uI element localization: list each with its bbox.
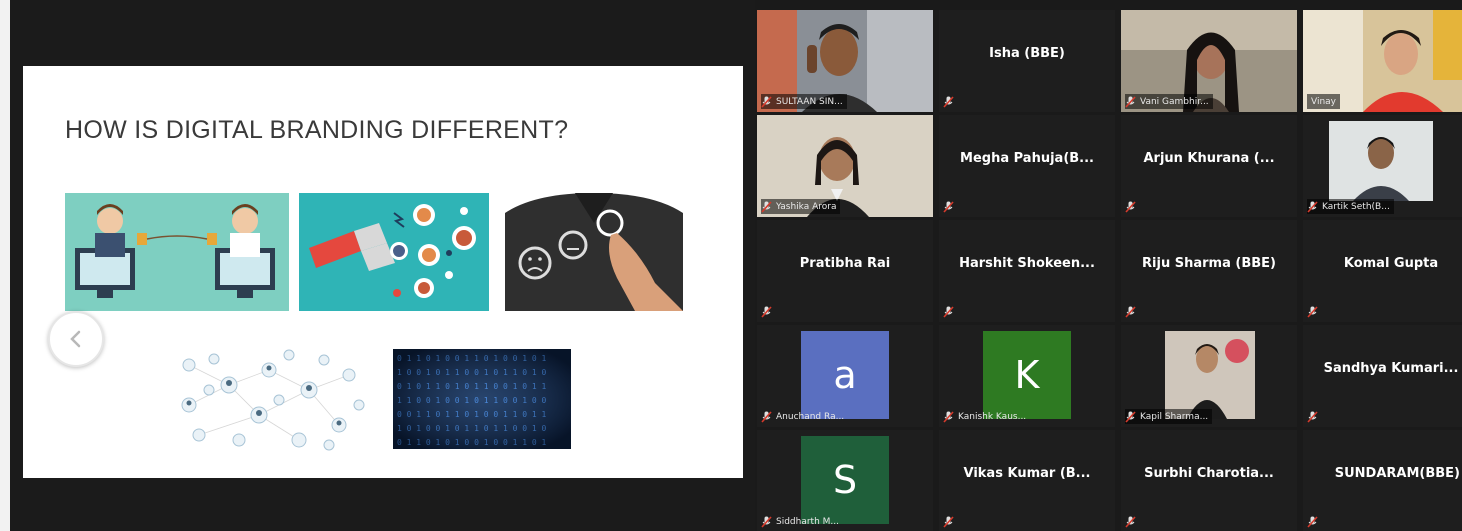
microphone-muted-icon <box>1125 305 1136 318</box>
participant-tile-active-speaker[interactable]: Vinay <box>1303 10 1462 112</box>
microphone-muted-icon <box>761 515 772 528</box>
participant-footer: Kapil Sharma... <box>1125 409 1213 424</box>
microphone-muted-icon <box>1125 515 1136 528</box>
participant-tile[interactable]: Surbhi Charotia... <box>1121 430 1297 531</box>
participant-tile[interactable]: Komal Gupta <box>1303 220 1462 322</box>
microphone-muted-icon <box>1307 410 1318 423</box>
microphone-muted-icon <box>943 200 954 213</box>
participant-name: Kartik Seth(B... <box>1322 201 1390 212</box>
microphone-muted-icon <box>1125 200 1136 213</box>
finger-pressing-emoji-buttons-image <box>505 193 683 311</box>
participant-footer <box>1125 514 1136 529</box>
microphone-muted-icon <box>1307 200 1318 213</box>
participant-tile[interactable]: SULTAAN SIN... <box>757 10 933 112</box>
participant-tile[interactable]: Vikas Kumar (B... <box>939 430 1115 531</box>
participant-display-name: Megha Pahuja(B... <box>960 150 1094 166</box>
participant-display-name: Harshit Shokeen... <box>959 255 1095 271</box>
participant-footer <box>1307 409 1318 424</box>
participant-tile[interactable]: Kartik Seth(B... <box>1303 115 1462 217</box>
participant-tile[interactable]: SUNDARAM(BBE) <box>1303 430 1462 531</box>
participant-footer <box>943 199 954 214</box>
magnet-attracting-people-image <box>299 193 489 311</box>
participant-footer <box>1307 514 1318 529</box>
participant-display-name: Sandhya Kumari... <box>1323 360 1459 376</box>
microphone-muted-icon <box>943 305 954 318</box>
participant-tile[interactable]: Riju Sharma (BBE) <box>1121 220 1297 322</box>
participant-name: Kapil Sharma... <box>1140 411 1209 422</box>
participant-tile[interactable]: Kapil Sharma... <box>1121 325 1297 427</box>
participant-footer: Vani Gambhir... <box>1125 94 1213 109</box>
participant-name: Kanishk Kaus... <box>958 411 1027 422</box>
screen-share-area: HOW IS DIGITAL BRANDING DIFFERENT? <box>10 0 755 531</box>
business-people-talking-image <box>65 193 289 311</box>
window-edge <box>0 0 10 531</box>
microphone-muted-icon <box>943 410 954 423</box>
microphone-muted-icon <box>761 305 772 318</box>
participant-display-name: Surbhi Charotia... <box>1144 465 1274 481</box>
participant-tile[interactable]: K Kanishk Kaus... <box>939 325 1115 427</box>
participant-display-name: Arjun Khurana (... <box>1143 150 1275 166</box>
participant-display-name: Komal Gupta <box>1343 255 1439 271</box>
participant-footer <box>1125 199 1136 214</box>
microphone-muted-icon <box>943 515 954 528</box>
microphone-muted-icon <box>761 95 772 108</box>
participant-tile[interactable]: Arjun Khurana (... <box>1121 115 1297 217</box>
microphone-muted-icon <box>761 200 772 213</box>
microphone-muted-icon <box>1307 515 1318 528</box>
participant-name: Siddharth M... <box>776 516 839 527</box>
slide-title: HOW IS DIGITAL BRANDING DIFFERENT? <box>65 116 569 144</box>
participant-tile[interactable]: Megha Pahuja(B... <box>939 115 1115 217</box>
participant-tile[interactable]: Harshit Shokeen... <box>939 220 1115 322</box>
participant-tile[interactable]: Isha (BBE) <box>939 10 1115 112</box>
participant-footer <box>1307 304 1318 319</box>
participant-display-name: Vikas Kumar (B... <box>963 465 1091 481</box>
avatar: K <box>983 331 1071 419</box>
participant-display-name: Pratibha Rai <box>799 255 891 271</box>
participant-footer <box>761 304 772 319</box>
microphone-muted-icon <box>943 95 954 108</box>
participant-footer: Siddharth M... <box>761 514 839 529</box>
chevron-left-icon <box>70 330 81 348</box>
participant-name: Vinay <box>1311 96 1337 107</box>
participant-footer <box>943 94 954 109</box>
participant-footer <box>943 514 954 529</box>
microphone-muted-icon <box>1125 410 1136 423</box>
participant-name: SULTAAN SIN... <box>776 96 843 107</box>
social-network-people-image <box>169 345 367 453</box>
participant-footer: Yashika Arora <box>761 199 841 214</box>
participant-footer: Kartik Seth(B... <box>1307 199 1394 214</box>
participant-tile[interactable]: Pratibha Rai <box>757 220 933 322</box>
participant-footer: Anuchand Ra... <box>761 409 844 424</box>
participant-footer <box>943 304 954 319</box>
participant-tile[interactable]: Sandhya Kumari... <box>1303 325 1462 427</box>
participant-footer <box>1125 304 1136 319</box>
previous-slide-button[interactable] <box>48 311 104 367</box>
participant-tile[interactable]: S Siddharth M... <box>757 430 933 531</box>
participant-gallery: SULTAAN SIN... Isha (BBE) Vani Gambhir..… <box>755 8 1462 531</box>
participant-display-name: SUNDARAM(BBE) <box>1334 465 1460 481</box>
participant-display-name: Riju Sharma (BBE) <box>1142 255 1276 271</box>
participant-tile[interactable]: Vani Gambhir... <box>1121 10 1297 112</box>
participant-name: Yashika Arora <box>776 201 837 212</box>
participant-name: Vani Gambhir... <box>1140 96 1209 107</box>
microphone-muted-icon <box>1125 95 1136 108</box>
microphone-muted-icon <box>1307 305 1318 318</box>
participant-footer: Kanishk Kaus... <box>943 409 1026 424</box>
avatar: S <box>801 436 889 524</box>
participant-footer: Vinay <box>1307 94 1341 109</box>
binary-code-image: 0 1 1 0 1 0 0 1 1 0 1 0 0 1 0 1 1 0 0 1 … <box>393 349 571 449</box>
participant-footer: SULTAAN SIN... <box>761 94 847 109</box>
participant-tile[interactable]: a Anuchand Ra... <box>757 325 933 427</box>
participant-display-name: Isha (BBE) <box>989 45 1065 61</box>
microphone-muted-icon <box>761 410 772 423</box>
participant-name: Anuchand Ra... <box>776 411 845 422</box>
avatar: a <box>801 331 889 419</box>
participant-tile[interactable]: Yashika Arora <box>757 115 933 217</box>
presentation-slide: HOW IS DIGITAL BRANDING DIFFERENT? <box>23 66 743 478</box>
